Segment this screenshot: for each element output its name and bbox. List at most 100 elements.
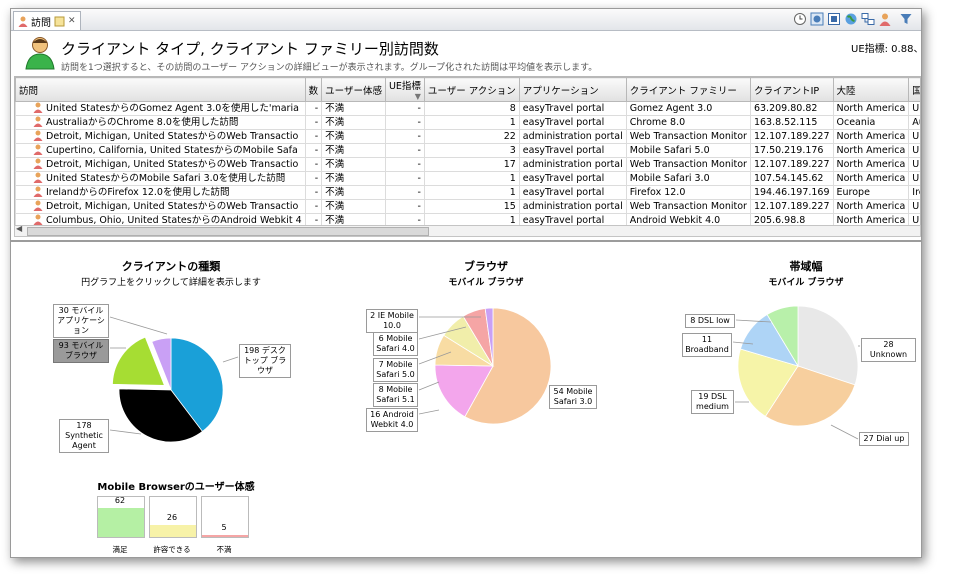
cell-text: - (417, 200, 421, 212)
cell-text: 1 (509, 116, 516, 128)
globe-icon[interactable] (844, 12, 858, 26)
cell-text: easyTravel portal (522, 102, 605, 114)
cell-text: 1 (509, 172, 516, 184)
col-header-count[interactable]: 数 (304, 77, 323, 102)
cell-text: - (314, 144, 319, 156)
col-header-client-ip[interactable]: クライアントIP (749, 77, 834, 102)
table-cell: - (304, 101, 323, 116)
bar-value-label: 62 (114, 496, 126, 506)
table-cell: North America (832, 199, 910, 214)
visitor-icon (33, 158, 43, 169)
table-row[interactable]: United StatesからのGomez Agent 3.0を使用した'mar… (15, 101, 920, 116)
table-row[interactable]: Detroit, Michigan, United StatesからのWeb T… (15, 129, 920, 144)
col-header-ue-index[interactable]: UE指標 ▼ (384, 77, 425, 102)
table-cell: Europe (832, 185, 910, 200)
col-header-user-experience[interactable]: ユーザー体感 (321, 77, 386, 102)
table-cell: 12.107.189.227 (749, 129, 834, 144)
bar-fill (98, 508, 144, 537)
table-cell: 不満 (321, 115, 386, 130)
cell-text: 不満 (325, 130, 345, 142)
filter-icon[interactable] (899, 12, 913, 26)
bar-category-label: 不満 (216, 545, 232, 554)
cell-text: 22 (503, 130, 516, 142)
col-header-user-actions[interactable]: ユーザー アクション (423, 77, 520, 102)
clock-icon[interactable] (793, 12, 807, 26)
table-cell: Oceania (832, 115, 910, 130)
tab-bar: 訪問 ✕ (11, 9, 921, 31)
cell-text: Firefox 12.0 (629, 186, 686, 198)
cell-text: United States (912, 172, 920, 184)
leader-line (418, 409, 440, 415)
table-cell: 194.46.197.169 (749, 185, 834, 200)
cell-text: Europe (836, 186, 870, 198)
pie-label-mobile-browser[interactable]: 93 モバイル ブラウザ (53, 339, 109, 363)
table-row[interactable]: Detroit, Michigan, United StatesからのWeb T… (15, 157, 920, 172)
table-cell: easyTravel portal (518, 171, 627, 186)
cell-text: - (314, 200, 319, 212)
horizontal-scrollbar[interactable]: ◀ (14, 224, 921, 237)
table-row[interactable]: Detroit, Michigan, United StatesからのWeb T… (15, 199, 920, 214)
col-header-continent[interactable]: 大陸 (832, 77, 910, 102)
user-icon (18, 16, 28, 27)
col-header-client-family[interactable]: クライアント ファミリー (625, 77, 751, 102)
tab-visits[interactable]: 訪問 ✕ (13, 11, 81, 30)
cell-text: United States (912, 214, 920, 226)
cell-text: 12.107.189.227 (753, 130, 830, 142)
cell-text: - (314, 130, 319, 142)
cell-text: administration portal (522, 130, 623, 142)
pie-label-safari-40: 6 Mobile Safari 4.0 (373, 332, 418, 356)
table-cell: United States (908, 199, 920, 214)
leader-line (222, 356, 239, 363)
table-cell: easyTravel portal (518, 101, 627, 116)
bar-category-label: 許容できる (153, 545, 191, 554)
cell-text: 15 (503, 200, 516, 212)
col-header-visit[interactable]: 訪問 (15, 77, 306, 102)
table-row[interactable]: AustraliaからのChrome 8.0を使用した訪問 - 不満 -1 easyTr… (15, 115, 920, 130)
cell-text: Detroit, Michigan, United StatesからのWeb T… (46, 131, 299, 142)
cell-text: Web Transaction Monitor (629, 158, 747, 170)
table-cell: 12.107.189.227 (749, 199, 834, 214)
cell-text: - (417, 130, 421, 142)
cell-text: - (314, 172, 319, 184)
table-cell: United States (908, 143, 920, 158)
cell-text: - (417, 172, 421, 184)
table-cell: 107.54.145.62 (749, 171, 834, 186)
table-cell: - (384, 115, 425, 130)
dashboard-icon[interactable] (810, 12, 824, 26)
close-icon[interactable]: ✕ (68, 16, 76, 26)
view-icon[interactable] (54, 16, 65, 27)
pie-label-ie-mobile: 2 IE Mobile 10.0 (366, 309, 418, 333)
scrollbar-thumb[interactable] (27, 227, 429, 236)
table-cell: - (384, 157, 425, 172)
pie-label-synthetic-agent: 178 Synthetic Agent (59, 419, 109, 453)
col-header-application[interactable]: アプリケーション (518, 77, 627, 102)
user-icon[interactable] (878, 12, 892, 26)
bar[interactable] (201, 496, 249, 538)
network-icon[interactable] (861, 12, 875, 26)
chart-icon[interactable] (827, 12, 841, 26)
table-cell: North America (832, 129, 910, 144)
table-cell: Web Transaction Monitor (625, 157, 751, 172)
table-row[interactable]: IrelandからのFirefox 12.0を使用した訪問 - 不満 -1 easyTr… (15, 185, 920, 200)
table-row[interactable]: United StatesからのMobile Safari 3.0を使用した訪問… (15, 171, 920, 186)
cell-text: 163.8.52.115 (753, 116, 818, 128)
table-cell: 1 (423, 185, 520, 200)
table-row[interactable]: Cupertino, California, United StatesからのM… (15, 143, 920, 158)
cell-text: 不満 (325, 102, 345, 114)
table-cell: North America (832, 171, 910, 186)
cell-text: 不満 (325, 186, 345, 198)
cell-text: - (417, 102, 421, 114)
cell-text: Ireland (912, 186, 920, 198)
table-cell: - (384, 185, 425, 200)
table-cell: easyTravel portal (518, 143, 627, 158)
page-title: クライアント タイプ, クライアント ファミリー別訪問数 (61, 40, 439, 58)
cell-text: Gomez Agent 3.0 (629, 102, 713, 114)
table-cell: Web Transaction Monitor (625, 129, 751, 144)
table-cell: Chrome 8.0 (625, 115, 751, 130)
cell-text: Oceania (836, 116, 876, 128)
col-header-country[interactable]: 国 (908, 77, 920, 102)
visitor-icon (33, 186, 43, 197)
cell-text: easyTravel portal (522, 172, 605, 184)
visitor-icon (33, 172, 43, 183)
scroll-left-icon[interactable]: ◀ (16, 224, 22, 233)
